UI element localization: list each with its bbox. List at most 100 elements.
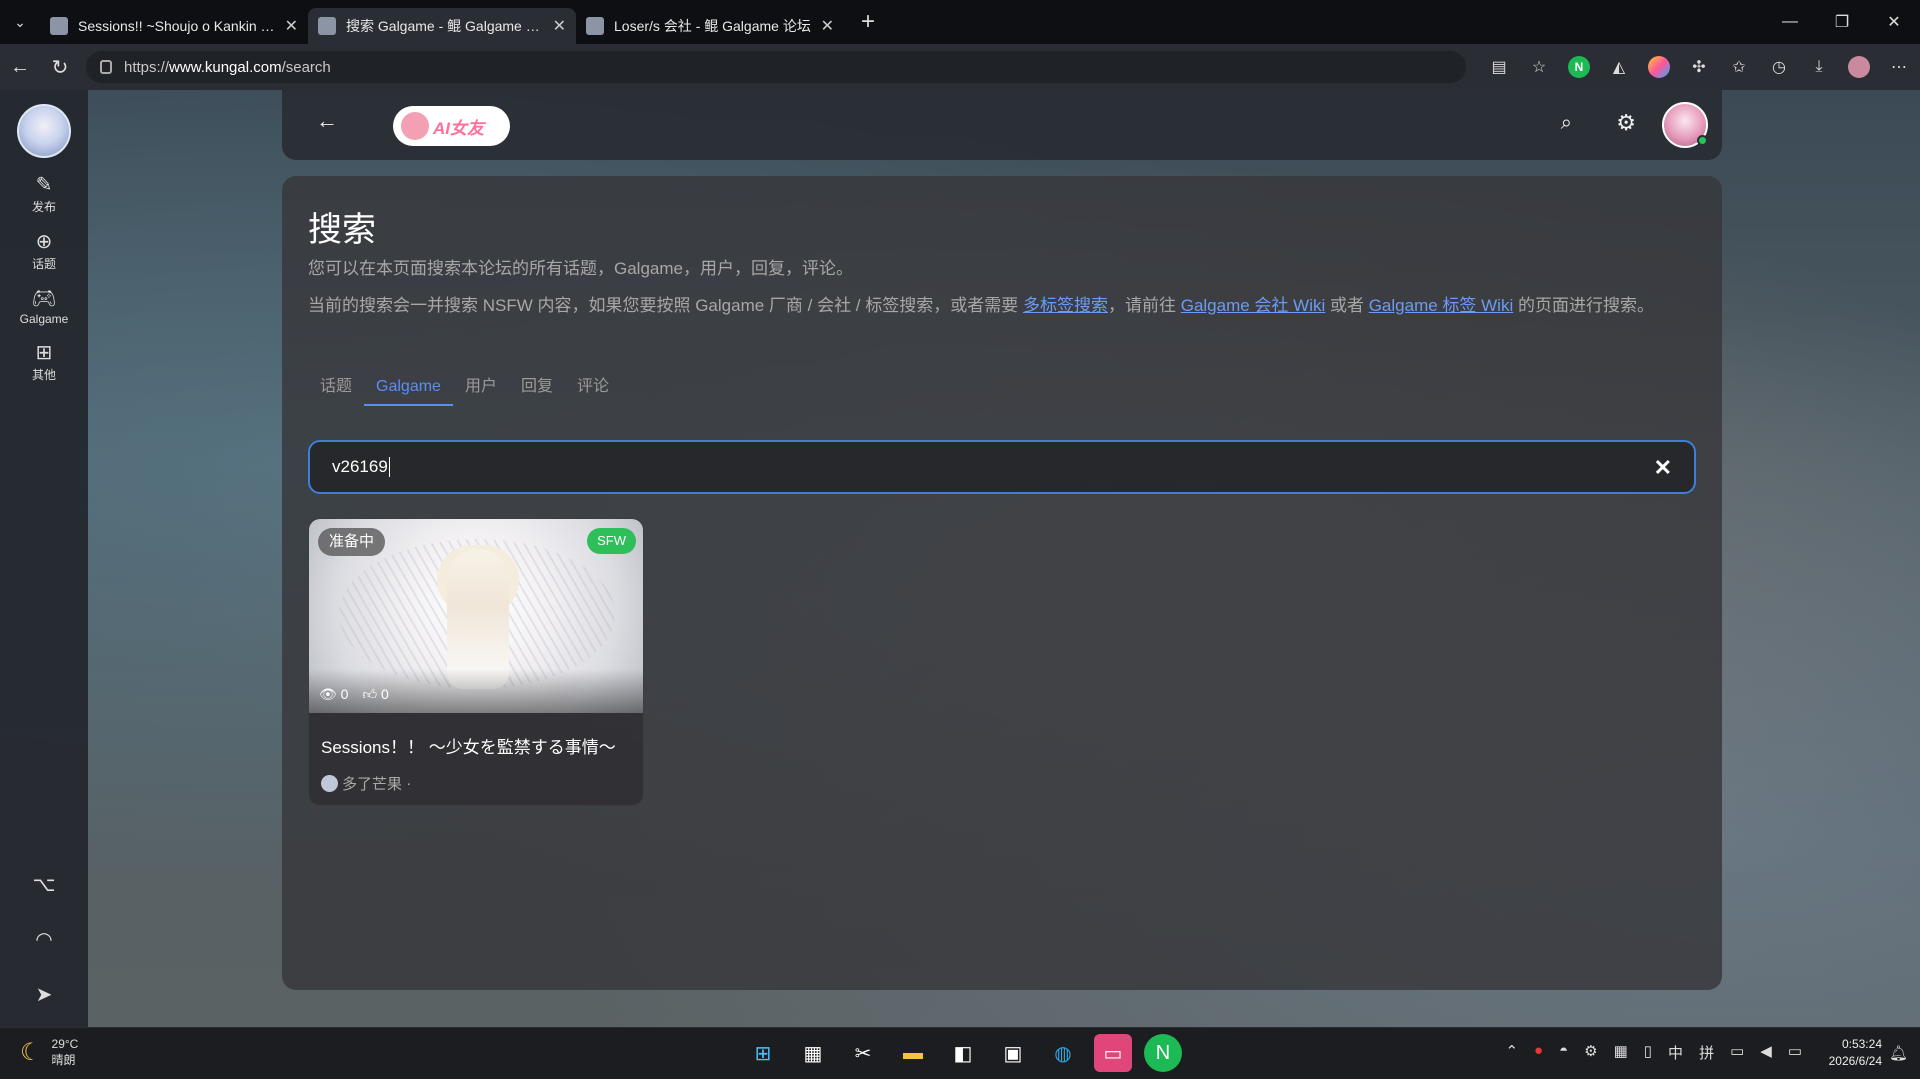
tab-comments[interactable]: 评论 [565, 372, 621, 406]
tab-replies[interactable]: 回复 [509, 372, 565, 406]
company-wiki-link[interactable]: Galgame 会社 Wiki [1181, 296, 1326, 315]
search-type-tabs: 话题 Galgame 用户 回复 评论 [308, 372, 621, 406]
back-button[interactable]: ← [316, 108, 338, 134]
browser-tab-losers[interactable]: Loser/s 会社 - 鲲 Galgame 论坛 ✕ [576, 8, 844, 44]
galgame-cover-image[interactable]: 准备中 SFW 👁︎ 0 👍︎ 0 [309, 519, 643, 713]
back-arrow-icon[interactable]: ← [0, 47, 40, 87]
top-navbar: ← AI女友 ⌕ ⚙ [282, 90, 1722, 160]
search-icon[interactable]: ⌕ [1561, 112, 1572, 135]
eye-icon: 👁︎ [319, 686, 337, 702]
multi-tag-search-link[interactable]: 多标签搜索 [1023, 296, 1108, 315]
url-host: www.kungal.com [169, 58, 282, 76]
remote-desktop-icon[interactable]: ▣ [994, 1034, 1032, 1072]
url-field[interactable]: https://www.kungal.com/search [86, 51, 1466, 83]
extension-a-icon[interactable]: ◭ [1608, 56, 1630, 78]
clear-search-icon[interactable]: ✕ [1654, 455, 1672, 481]
notice-text: 或者 [1325, 296, 1369, 315]
browser-tab-search[interactable]: 搜索 Galgame - 鲲 Galgame 论坛 ✕ [308, 8, 576, 44]
search-notice: 当前的搜索会一并搜索 NSFW 内容，如果您要按照 Galgame 厂商 / 会… [308, 292, 1698, 319]
site-logo-avatar[interactable] [17, 104, 71, 158]
rss-icon[interactable]: ◠ [35, 927, 52, 952]
sidebar-item-topics[interactable]: ⊕ 话题 [0, 231, 88, 272]
extension-n-icon[interactable]: N [1568, 56, 1590, 78]
notification-bell-icon[interactable]: 🔔︎ [1889, 1044, 1908, 1062]
sidebar-item-label: 其他 [31, 368, 56, 382]
snipping-tool-icon[interactable]: ✂ [844, 1034, 882, 1072]
tray-device-icon[interactable]: ▯ [1644, 1042, 1652, 1063]
notice-text: 的页面进行搜索。 [1513, 296, 1654, 315]
tab-galgame[interactable]: Galgame [364, 372, 453, 406]
favorites-icon[interactable]: ✩ [1728, 56, 1750, 78]
ime-pinyin[interactable]: 拼 [1699, 1042, 1714, 1063]
galgame-author[interactable]: 多了芒果 · [321, 773, 411, 794]
github-icon[interactable]: ⌥ [32, 872, 55, 897]
online-status-dot [1697, 135, 1708, 146]
battery-icon[interactable]: ▭ [1788, 1042, 1802, 1063]
n-app-icon[interactable]: N [1144, 1034, 1182, 1072]
tab-topics[interactable]: 话题 [308, 372, 364, 406]
taskbar-apps: ⊞ ▦ ✂ ▬ ◧ ▣ ◍ ▭ N [744, 1034, 1182, 1072]
tab-favicon [586, 17, 604, 35]
tab-close-icon[interactable]: ✕ [553, 16, 566, 36]
sidebar-item-galgame[interactable]: 🎮︎ Galgame [0, 288, 88, 326]
reload-icon[interactable]: ↻ [40, 47, 80, 87]
weather-widget[interactable]: ☾ 29°C 晴朗 [20, 1036, 78, 1068]
notice-text: ，请前往 [1107, 296, 1181, 315]
clock-time: 0:53:24 [1841, 1037, 1882, 1051]
download-icon[interactable]: ⤓ [1808, 56, 1830, 78]
tab-actions-menu-button[interactable]: ⌄ [0, 0, 40, 44]
tab-close-icon[interactable]: ✕ [285, 16, 298, 36]
store-icon[interactable]: ◧ [944, 1034, 982, 1072]
network-icon[interactable]: ▭ [1730, 1042, 1744, 1063]
galgame-result-card[interactable]: 准备中 SFW 👁︎ 0 👍︎ 0 Sessions！！ ～少女を監禁する事情～… [308, 518, 644, 806]
history-icon[interactable]: ◷ [1768, 56, 1790, 78]
minimize-icon[interactable]: — [1764, 0, 1816, 44]
edge-browser-icon[interactable]: ◍ [1044, 1034, 1082, 1072]
more-menu-icon[interactable]: ⋯ [1888, 56, 1910, 78]
browser-profile-icon[interactable] [1848, 56, 1870, 78]
calculator-icon[interactable]: ▦ [794, 1034, 832, 1072]
reader-view-icon[interactable]: ▤ [1488, 56, 1510, 78]
restore-icon[interactable]: ❐ [1816, 0, 1868, 44]
lock-icon[interactable] [100, 60, 112, 74]
status-badge: 准备中 [318, 528, 386, 556]
new-tab-button[interactable]: + [850, 4, 886, 40]
ai-girlfriend-avatar-icon [401, 112, 429, 140]
page-title: 搜索 [308, 211, 376, 249]
ime-mode[interactable]: 中 [1668, 1042, 1683, 1063]
tab-users[interactable]: 用户 [453, 372, 509, 406]
steam-icon[interactable]: ⚙ [1584, 1042, 1597, 1063]
sidebar-item-publish[interactable]: ✎ 发布 [0, 174, 88, 215]
volume-icon[interactable]: ◀ [1760, 1042, 1772, 1063]
tray-g-icon[interactable]: ● [1534, 1042, 1543, 1063]
telegram-icon[interactable]: ➤ [36, 982, 53, 1007]
author-suffix: · [406, 775, 412, 792]
author-avatar [321, 775, 338, 792]
search-input[interactable]: v26169 ✕ [308, 440, 1696, 494]
favorite-star-icon[interactable]: ☆ [1528, 56, 1550, 78]
tray-overflow-chevron-icon[interactable]: ⌃ [1505, 1042, 1518, 1063]
gear-icon[interactable]: ⚙ [1616, 110, 1636, 136]
browser-tab-sessions[interactable]: Sessions!! ~Shoujo o Kankin Suru ✕ [40, 8, 308, 44]
thumbs-up-icon: 👍︎ [362, 686, 378, 702]
windows-start-icon[interactable]: ⊞ [744, 1034, 782, 1072]
tray-flag-icon[interactable]: ▦ [1614, 1042, 1628, 1063]
close-window-icon[interactable]: ✕ [1868, 0, 1920, 44]
galgame-title[interactable]: Sessions！！ ～少女を監禁する事情～ [321, 733, 616, 758]
tab-title: 搜索 Galgame - 鲲 Galgame 论坛 [346, 18, 547, 34]
weather-condition: 晴朗 [51, 1053, 76, 1067]
taskbar-clock[interactable]: 0:53:24 2026/6/24 [1829, 1036, 1882, 1070]
tab-close-icon[interactable]: ✕ [821, 16, 834, 36]
tray-cloud-icon[interactable]: ◓ [1559, 1042, 1568, 1063]
ai-girlfriend-badge[interactable]: AI女友 [393, 106, 510, 146]
file-explorer-icon[interactable]: ▬ [894, 1034, 932, 1072]
extensions-puzzle-icon[interactable]: ✣ [1688, 56, 1710, 78]
tag-wiki-link[interactable]: Galgame 标签 Wiki [1369, 296, 1514, 315]
windows-taskbar: ☾ 29°C 晴朗 ⊞ ▦ ✂ ▬ ◧ ▣ ◍ ▭ N ⌃ ● ◓ ⚙ ▦ ▯ … [0, 1027, 1920, 1079]
bilibili-app-icon[interactable]: ▭ [1094, 1034, 1132, 1072]
user-avatar[interactable] [1662, 102, 1708, 148]
extension-color-icon[interactable] [1648, 56, 1670, 78]
sidebar-item-other[interactable]: ⊞ 其他 [0, 342, 88, 383]
sidebar-item-label: 发布 [31, 200, 56, 214]
author-name: 多了芒果 [342, 776, 403, 793]
